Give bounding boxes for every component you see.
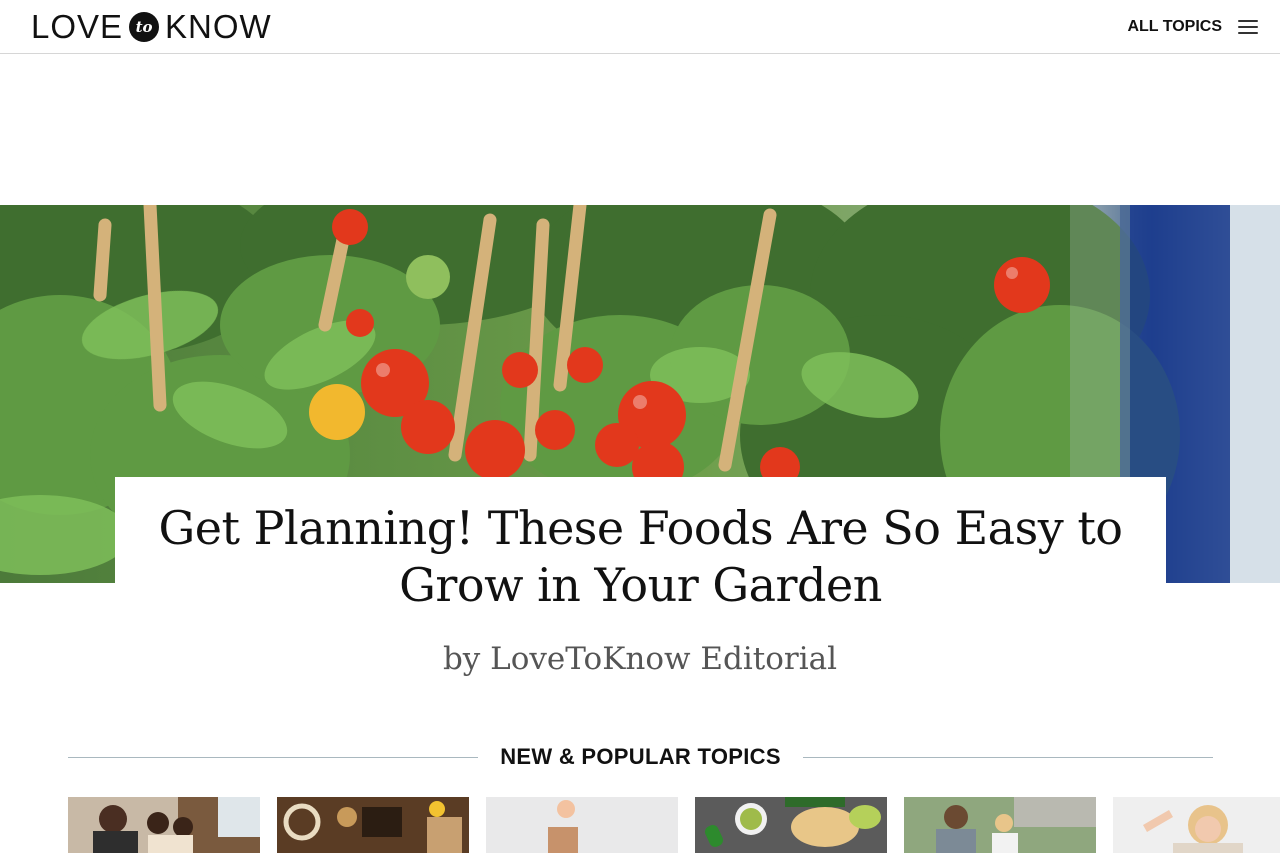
relaxing-woman-image [1113,797,1280,853]
topic-thumbnail-lightbulb[interactable] [486,797,678,853]
topic-thumbnail-jewelry[interactable] [277,797,469,853]
all-topics-link[interactable]: ALL TOPICS [1127,18,1222,36]
site-logo[interactable]: LOVE to KNOW [31,6,272,48]
header-nav: ALL TOPICS [1127,13,1258,41]
section-title: NEW & POPULAR TOPICS [500,744,781,769]
tacos-food-image [695,797,887,853]
divider-right [802,756,1213,758]
topic-thumbnail-relaxing-woman[interactable] [1113,797,1280,853]
topic-thumbnail-family[interactable] [68,797,260,853]
article-byline[interactable]: by LoveToKnow Editorial [0,641,1280,677]
topic-thumbnail-gardening[interactable] [904,797,1096,853]
new-popular-topics-heading: NEW & POPULAR TOPICS [68,740,1213,774]
lightbulb-image [486,797,678,853]
topic-thumbnail-tacos[interactable] [695,797,887,853]
divider-left [68,756,479,758]
site-header: LOVE to KNOW ALL TOPICS [0,0,1280,54]
family-gardening-image [904,797,1096,853]
logo-text-know: KNOW [165,8,272,45]
hamburger-menu-icon[interactable] [1238,19,1258,35]
topic-thumbnails [68,797,1280,853]
logo-badge: to [129,12,160,42]
logo-text-love: LOVE [31,8,124,45]
jewelry-crafts-image [277,797,469,853]
family-cooking-image [68,797,260,853]
article-title: Get Planning! These Foods Are So Easy to… [158,501,1123,612]
